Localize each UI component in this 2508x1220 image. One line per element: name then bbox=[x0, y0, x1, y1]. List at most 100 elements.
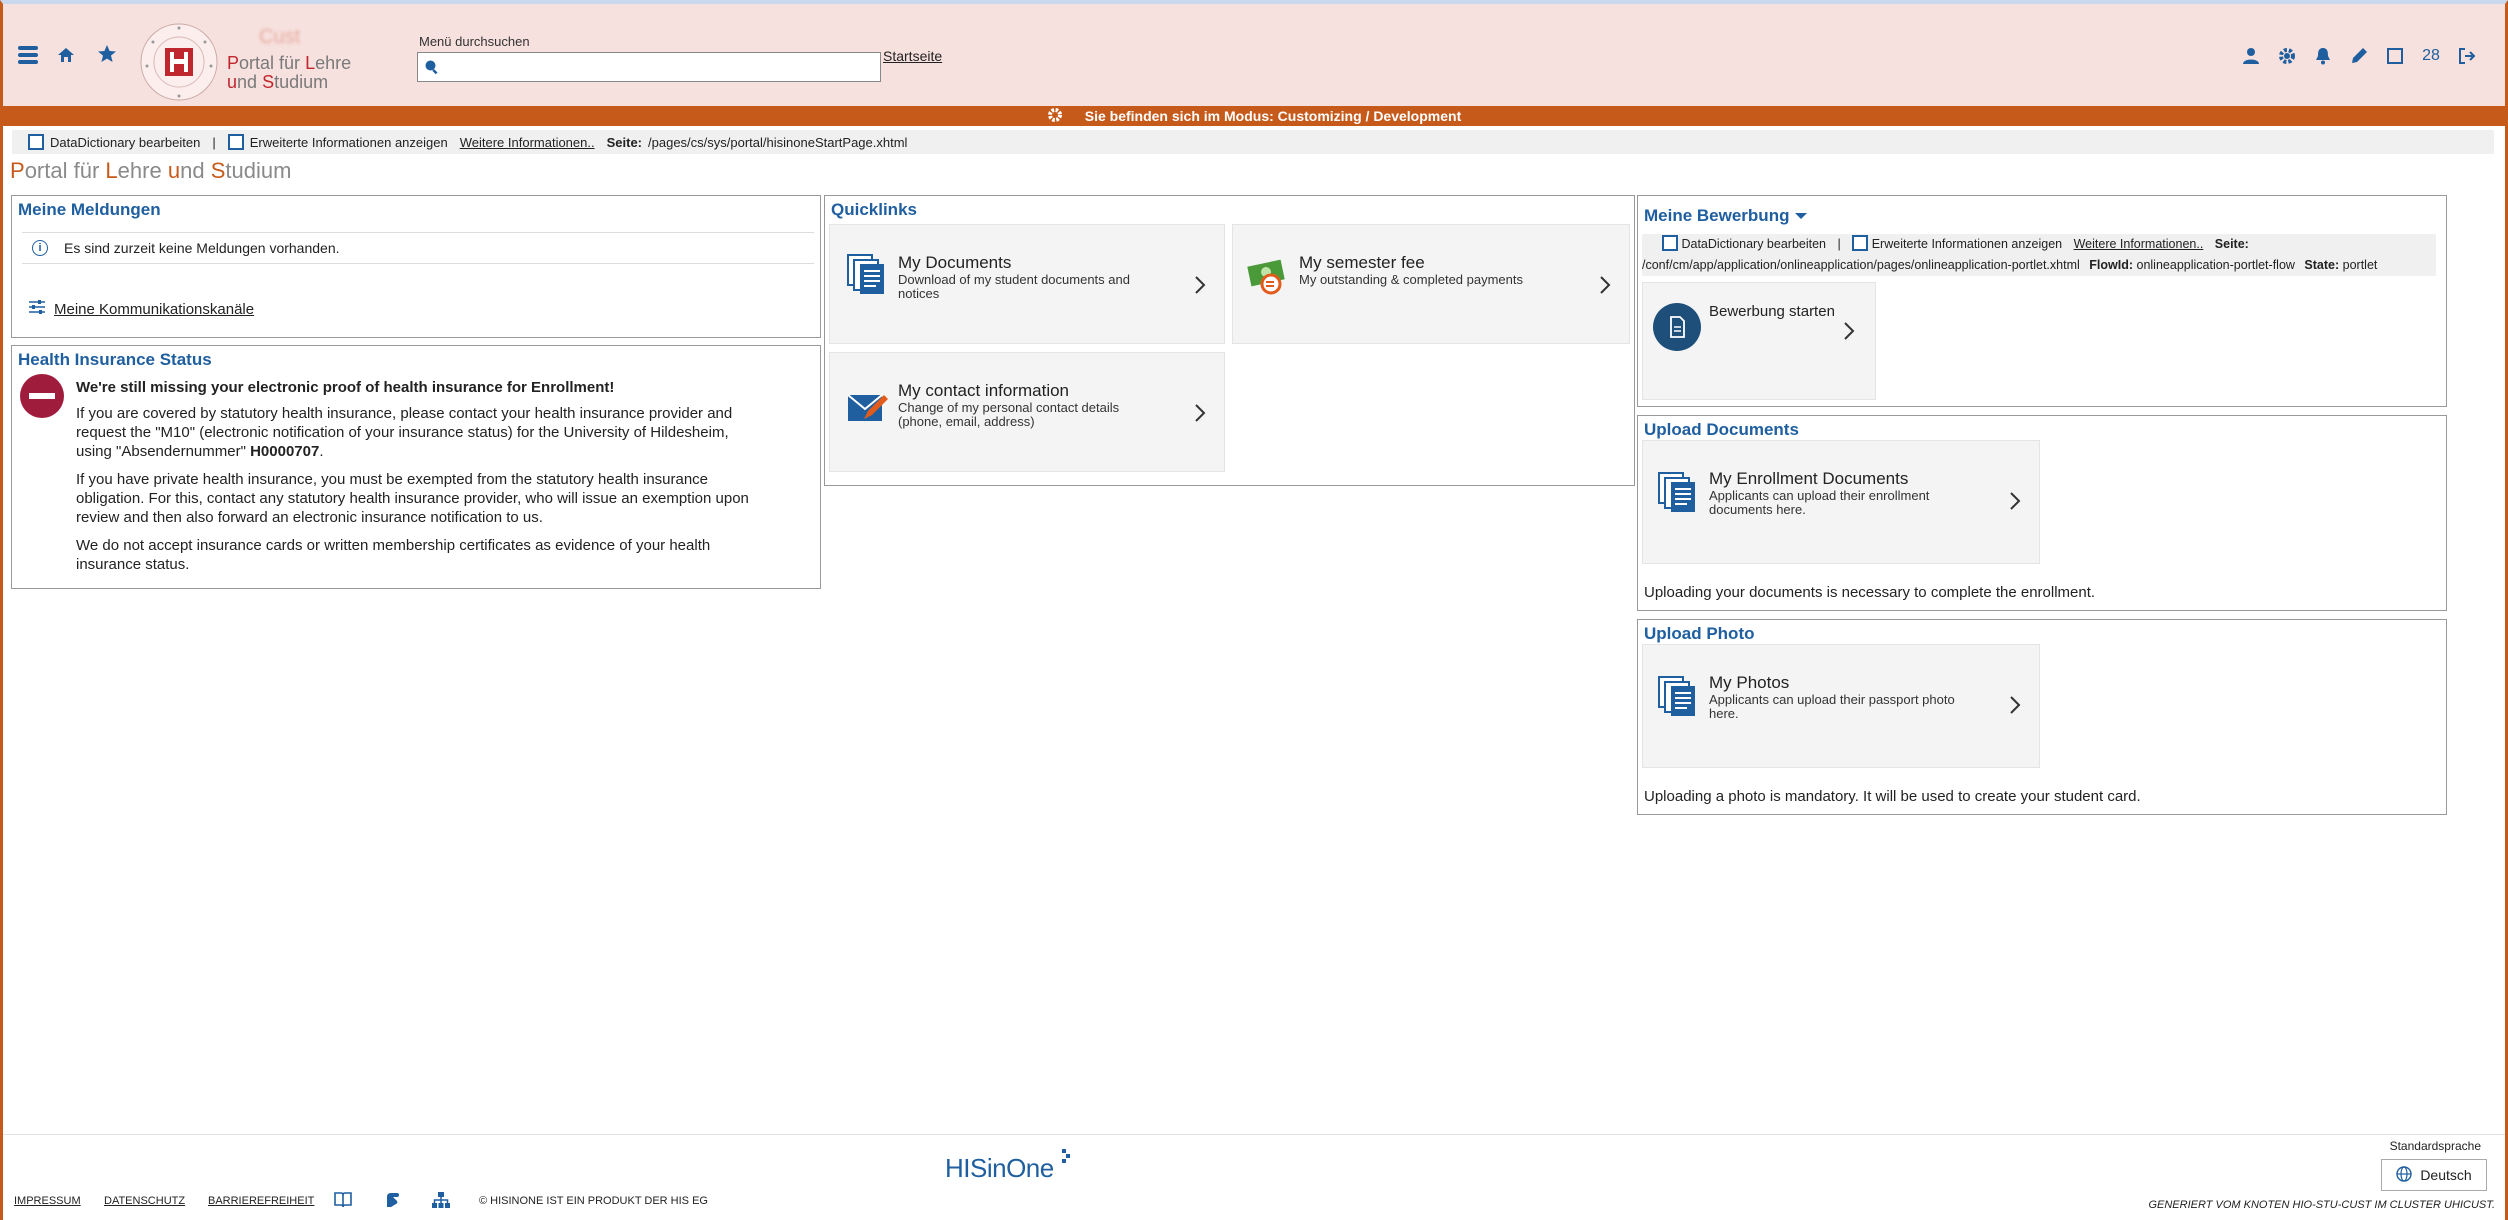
application-dd-bar: DataDictionary bearbeiten | Erweiterte I… bbox=[1642, 234, 2436, 276]
tile-enrollment-documents[interactable]: My Enrollment Documents Applicants can u… bbox=[1642, 440, 2040, 564]
search-label: Menü durchsuchen bbox=[419, 34, 530, 49]
sliders-icon bbox=[28, 299, 46, 319]
extended-info-checkbox[interactable] bbox=[1852, 235, 1869, 251]
user-icon[interactable] bbox=[2233, 44, 2269, 68]
impressum-link[interactable]: IMPRESSUM bbox=[14, 1195, 81, 1207]
tile-subtitle: My outstanding & completed payments bbox=[1299, 272, 1524, 287]
sitemap-icon[interactable] bbox=[431, 1191, 451, 1214]
tile-contact-information[interactable]: My contact information Change of my pers… bbox=[829, 352, 1225, 472]
quicklinks-panel: Quicklinks My Documents Download of my s… bbox=[824, 195, 1635, 486]
menu-icon[interactable] bbox=[17, 44, 39, 66]
upload-documents-title: Upload Documents bbox=[1644, 420, 1799, 439]
mode-bar: Sie befinden sich im Modus: Customizing … bbox=[3, 106, 2505, 126]
chevron-right-icon bbox=[1194, 275, 1206, 300]
health-insurance-title: Health Insurance Status bbox=[18, 350, 212, 369]
datadictionary-checkbox[interactable] bbox=[28, 134, 44, 150]
messages-panel: Meine Meldungen i Es sind zurzeit keine … bbox=[11, 195, 821, 338]
globe-icon bbox=[2396, 1165, 2413, 1185]
documents-icon bbox=[1657, 675, 1699, 722]
hisinone-brand: HISinOne bbox=[945, 1153, 1054, 1183]
separator: | bbox=[212, 134, 216, 150]
language-select[interactable]: Deutsch bbox=[2381, 1159, 2487, 1191]
tile-subtitle: Applicants can upload their enrollment d… bbox=[1709, 488, 1930, 517]
logout-icon[interactable] bbox=[2449, 44, 2485, 68]
extended-info-checkbox[interactable] bbox=[227, 134, 244, 150]
health-paragraph-2: If you have private health insurance, yo… bbox=[76, 471, 749, 526]
contact-edit-icon bbox=[846, 389, 888, 432]
more-info-link[interactable]: Weitere Informationen.. bbox=[460, 135, 595, 150]
home-icon[interactable] bbox=[57, 46, 75, 64]
page-key: Seite: bbox=[606, 134, 643, 150]
communication-channels-label: Meine Kommunikationskanäle bbox=[54, 300, 255, 318]
flow-value: onlineapplication-portlet-flow bbox=[2136, 258, 2295, 272]
university-seal-logo[interactable] bbox=[139, 22, 219, 102]
book-icon[interactable] bbox=[333, 1191, 353, 1214]
logo-line-1: Portal für Lehre bbox=[227, 53, 352, 73]
star-icon[interactable] bbox=[97, 44, 117, 64]
documents-icon bbox=[846, 253, 888, 300]
startseite-link[interactable]: Startseite bbox=[883, 48, 942, 64]
info-icon: i bbox=[32, 240, 48, 256]
health-insurance-panel: Health Insurance Status We're still miss… bbox=[11, 345, 821, 589]
tile-title: My semester fee bbox=[1299, 253, 1425, 272]
tile-title: My Photos bbox=[1709, 673, 1790, 692]
state-value: portlet bbox=[2342, 258, 2378, 272]
quicklinks-title: Quicklinks bbox=[831, 200, 917, 219]
chevron-right-icon bbox=[2009, 695, 2021, 720]
extended-info-label: Erweiterte Informationen anzeigen bbox=[1871, 237, 2063, 251]
footer: HISinOne IMPRESSUM DATENSCHUTZ BARRIEREF… bbox=[3, 1134, 2505, 1220]
logo-cust-label: Cust bbox=[259, 26, 301, 48]
header-actions: 28 bbox=[2233, 44, 2485, 68]
upload-documents-panel: Upload Documents My Enrollment Documents… bbox=[1637, 415, 2447, 611]
health-p1-text: If you are covered by statutory health i… bbox=[76, 405, 733, 460]
health-paragraph-1: If you are covered by statutory health i… bbox=[76, 404, 756, 461]
tile-subtitle: Applicants can upload their passport pho… bbox=[1709, 692, 1955, 721]
application-dd-line-2: /conf/cm/app/application/onlineapplicati… bbox=[1642, 255, 2436, 276]
brand-squares-icon bbox=[1061, 1149, 1070, 1163]
page-key: Seite: bbox=[2214, 237, 2249, 251]
datadictionary-checkbox[interactable] bbox=[1662, 235, 1678, 251]
communication-channels-link[interactable]: Meine Kommunikationskanäle bbox=[28, 299, 254, 319]
sign-language-icon[interactable] bbox=[383, 1189, 401, 1214]
copyright: © HISINONE IST EIN PRODUKT DER HIS EG bbox=[479, 1195, 708, 1207]
tile-my-photos[interactable]: My Photos Applicants can upload their pa… bbox=[1642, 644, 2040, 768]
extended-info-label: Erweiterte Informationen anzeigen bbox=[249, 134, 448, 150]
datadictionary-label: DataDictionary bearbeiten bbox=[50, 134, 201, 150]
health-headline: We're still missing your electronic proo… bbox=[76, 379, 615, 396]
application-title-text: Meine Bewerbung bbox=[1644, 206, 1790, 225]
header: Cust Portal für Lehre und Studium Menü d… bbox=[3, 4, 2505, 106]
settings-icon bbox=[1047, 107, 1063, 126]
tile-subtitle: Change of my personal contact details (p… bbox=[898, 400, 1120, 429]
tile-semester-fee[interactable]: My semester fee My outstanding & complet… bbox=[1232, 224, 1630, 344]
chevron-right-icon bbox=[2009, 491, 2021, 516]
start-application-tile[interactable]: Bewerbung starten bbox=[1642, 282, 1876, 400]
application-title[interactable]: Meine Bewerbung bbox=[1644, 206, 1808, 226]
default-language-label: Standardsprache bbox=[2389, 1139, 2481, 1153]
start-application-label: Bewerbung starten bbox=[1709, 303, 1835, 320]
tile-title: My Enrollment Documents bbox=[1709, 469, 1909, 488]
barrierefreiheit-link[interactable]: BARRIEREFREIHEIT bbox=[208, 1195, 314, 1207]
search-icon bbox=[424, 59, 440, 80]
generated-by: GENERIERT VOM KNOTEN HIO-STU-CUST IM CLU… bbox=[2148, 1199, 2495, 1211]
gear-icon[interactable] bbox=[2269, 44, 2305, 68]
bell-icon[interactable] bbox=[2305, 44, 2341, 68]
messages-empty-row: i Es sind zurzeit keine Meldungen vorhan… bbox=[22, 232, 814, 264]
logo-line-2: und Studium bbox=[227, 72, 329, 92]
hisinone-logo[interactable]: HISinOne bbox=[945, 1149, 1070, 1184]
application-panel: Meine Bewerbung DataDictionary bearbeite… bbox=[1637, 195, 2447, 407]
datadictionary-label: DataDictionary bearbeiten bbox=[1681, 237, 1827, 251]
datenschutz-link[interactable]: DATENSCHUTZ bbox=[104, 1195, 185, 1207]
chevron-right-icon bbox=[1599, 275, 1611, 300]
page-path: /conf/cm/app/application/onlineapplicati… bbox=[1642, 258, 2080, 272]
mode-text: Sie befinden sich im Modus: Customizing … bbox=[1084, 108, 1462, 124]
tile-title: My contact information bbox=[898, 381, 1070, 400]
payment-icon bbox=[1247, 255, 1291, 300]
state-key: State: bbox=[2304, 258, 2340, 272]
logo-text: Portal für Lehre und Studium bbox=[227, 54, 351, 92]
search-input[interactable] bbox=[417, 52, 881, 82]
window-icon[interactable] bbox=[2377, 44, 2413, 68]
documents-icon bbox=[1657, 471, 1699, 518]
pencil-icon[interactable] bbox=[2341, 44, 2377, 68]
tile-my-documents[interactable]: My Documents Download of my student docu… bbox=[829, 224, 1225, 344]
more-info-link[interactable]: Weitere Informationen.. bbox=[2074, 237, 2204, 251]
